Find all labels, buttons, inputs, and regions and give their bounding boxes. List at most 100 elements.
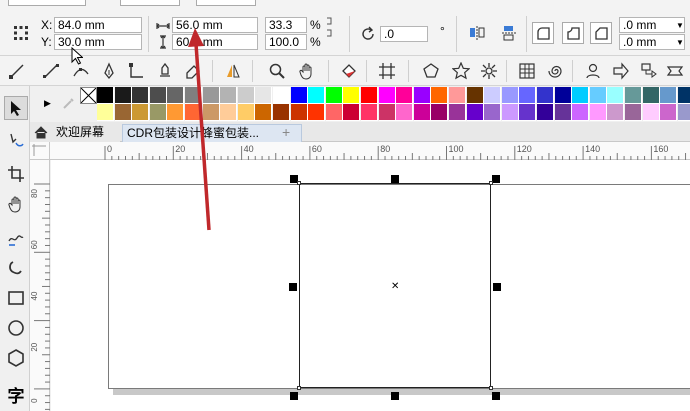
zoom-icon[interactable] [266, 60, 288, 82]
color-swatch[interactable] [114, 104, 132, 121]
color-swatch[interactable] [220, 104, 238, 121]
new-tab-button[interactable]: + [278, 124, 294, 142]
ruler-corner[interactable] [30, 142, 50, 160]
color-swatch[interactable] [290, 87, 308, 104]
color-swatch[interactable] [625, 104, 642, 121]
graph-paper-icon[interactable] [516, 60, 538, 82]
chevron-down-icon[interactable]: ▼ [676, 38, 684, 47]
color-swatch[interactable] [413, 104, 431, 121]
color-swatch[interactable] [537, 104, 554, 121]
selection-handle[interactable] [492, 175, 500, 183]
line-tool-icon[interactable] [40, 60, 62, 82]
selection-handle[interactable] [290, 392, 298, 400]
color-swatch[interactable] [97, 104, 114, 121]
color-swatch[interactable] [677, 104, 690, 121]
basic-shapes-icon[interactable] [582, 60, 604, 82]
selection-handle[interactable] [492, 392, 500, 400]
selection-handle[interactable] [493, 283, 501, 291]
height-field[interactable]: 60.0 mm [172, 34, 258, 50]
color-swatch[interactable] [255, 104, 273, 121]
freehand-tool-icon[interactable] [6, 60, 28, 82]
pick-tool-icon[interactable] [4, 96, 28, 120]
symmetry-tool-icon[interactable] [222, 60, 244, 82]
lock-ratio-icon[interactable] [322, 16, 338, 38]
color-swatch[interactable] [114, 87, 132, 104]
color-swatch[interactable] [255, 87, 273, 104]
color-swatch[interactable] [537, 87, 554, 104]
color-swatch[interactable] [343, 104, 361, 121]
color-swatch[interactable] [202, 87, 220, 104]
color-swatch[interactable] [185, 104, 202, 121]
eraser-tool-icon[interactable] [182, 60, 204, 82]
tab-document[interactable]: CDR包装设计蜂蜜包装... [122, 124, 302, 142]
color-swatch[interactable] [237, 87, 255, 104]
polygon-icon[interactable] [420, 60, 442, 82]
color-swatch[interactable] [519, 104, 537, 121]
center-mark-icon[interactable]: ✕ [391, 282, 399, 292]
color-swatch[interactable] [167, 104, 185, 121]
snap-grid-icon[interactable] [376, 60, 398, 82]
color-swatch[interactable] [554, 87, 572, 104]
color-swatch[interactable] [572, 87, 590, 104]
no-color-swatch[interactable] [80, 87, 97, 104]
scalloped-corner-icon[interactable] [562, 22, 584, 44]
color-swatch[interactable] [396, 104, 414, 121]
mirror-vertical-icon[interactable] [498, 22, 520, 44]
color-swatch[interactable] [642, 104, 660, 121]
selection-handle[interactable] [391, 392, 399, 400]
corner-node[interactable] [489, 181, 493, 185]
interactive-fill-icon[interactable] [338, 60, 360, 82]
horizontal-ruler[interactable]: 0 20 40 60 80 100 120 140 160 [50, 142, 690, 160]
color-swatch[interactable] [237, 104, 255, 121]
x-position-field[interactable]: 84.0 mm [54, 17, 142, 33]
crop-tool-icon[interactable] [4, 162, 28, 186]
color-swatch[interactable] [167, 87, 185, 104]
drawing-canvas[interactable]: ✕ [51, 160, 690, 411]
color-swatch[interactable] [449, 87, 466, 104]
shape-edit-tool-icon[interactable] [4, 128, 28, 152]
arrow-shapes-icon[interactable] [610, 60, 632, 82]
color-swatch[interactable] [273, 87, 290, 104]
color-swatch[interactable] [220, 87, 238, 104]
color-swatch[interactable] [185, 87, 202, 104]
chamfer-corner-icon[interactable] [590, 22, 612, 44]
color-swatch[interactable] [501, 87, 519, 104]
color-swatch[interactable] [607, 104, 625, 121]
color-swatch[interactable] [149, 104, 167, 121]
pan-tool-icon[interactable] [4, 192, 28, 216]
color-swatch[interactable] [589, 104, 607, 121]
corner-node[interactable] [297, 386, 301, 390]
corner-node[interactable] [489, 386, 493, 390]
tab-welcome[interactable]: 欢迎屏幕 [30, 124, 120, 142]
color-swatch[interactable] [132, 104, 150, 121]
object-origin-icon[interactable] [10, 22, 32, 44]
fill-tool-icon[interactable] [154, 60, 176, 82]
color-swatch[interactable] [660, 104, 678, 121]
pan-hand-icon[interactable] [296, 60, 318, 82]
artistic-media-tool-icon[interactable] [4, 256, 28, 280]
color-swatch[interactable] [449, 104, 466, 121]
text-tool-icon[interactable]: 字 [4, 382, 28, 406]
round-corner-icon[interactable] [532, 22, 554, 44]
mirror-horizontal-icon[interactable] [466, 22, 488, 44]
color-swatch[interactable] [519, 87, 537, 104]
chevron-down-icon[interactable]: ▼ [676, 21, 684, 30]
color-swatch[interactable] [149, 87, 167, 104]
scale-width-field[interactable]: 33.3 [265, 17, 307, 33]
shape-tool-icon[interactable] [126, 60, 148, 82]
color-swatch[interactable] [325, 104, 343, 121]
color-swatch[interactable] [97, 87, 114, 104]
corner-node[interactable] [297, 181, 301, 185]
color-swatch[interactable] [325, 87, 343, 104]
color-swatch[interactable] [554, 104, 572, 121]
color-swatch[interactable] [484, 87, 502, 104]
color-swatch[interactable] [413, 87, 431, 104]
selection-handle[interactable] [391, 175, 399, 183]
color-swatch[interactable] [484, 104, 502, 121]
color-swatch[interactable] [273, 104, 290, 121]
color-swatch[interactable] [431, 87, 449, 104]
color-swatch[interactable] [361, 104, 378, 121]
flowchart-shapes-icon[interactable] [638, 60, 660, 82]
color-swatch[interactable] [589, 87, 607, 104]
color-swatch[interactable] [501, 104, 519, 121]
